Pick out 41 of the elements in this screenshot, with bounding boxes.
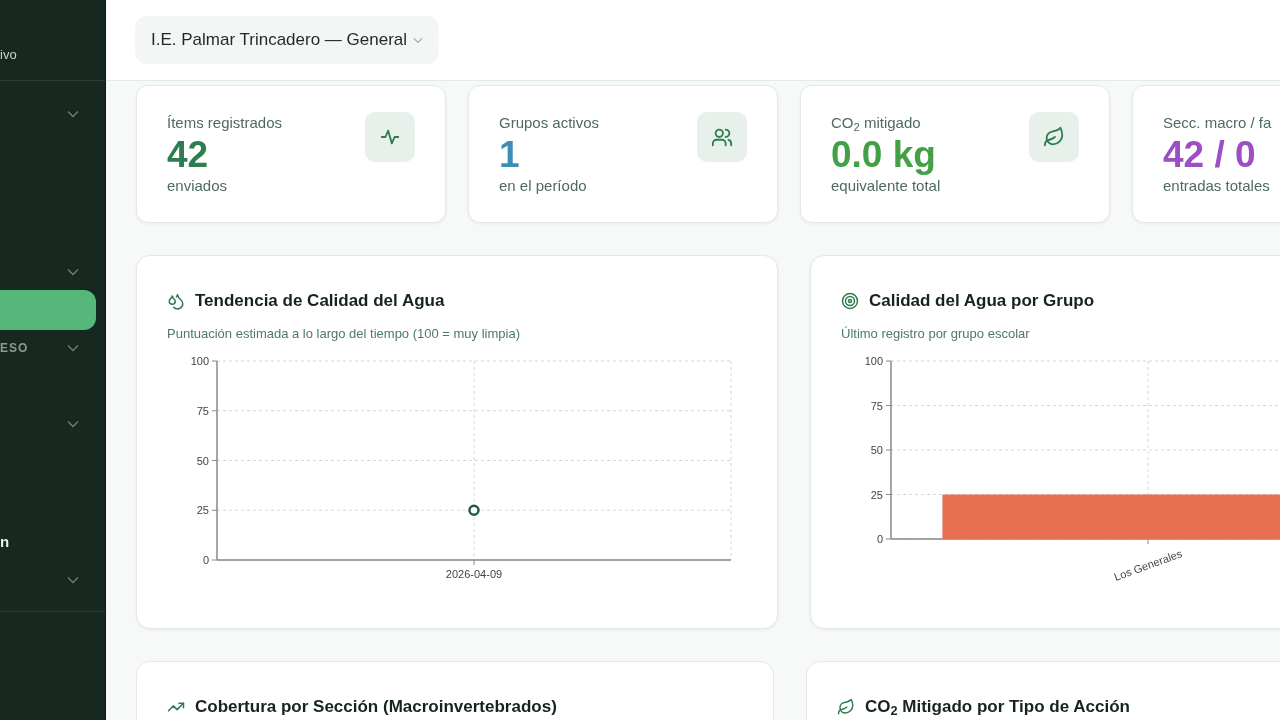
stat-label: Ítems registrados (167, 113, 283, 133)
y-tick-label: 100 (864, 355, 883, 367)
leaf-icon (1043, 126, 1065, 148)
school-selector[interactable]: I.E. Palmar Trincadero — General (135, 16, 440, 64)
stat-value: 42 (167, 134, 210, 176)
brand-text: ivo (0, 45, 17, 64)
stat-value: 0.0 kg (831, 134, 937, 176)
stat-value: 1 (499, 134, 521, 176)
droplets-icon (167, 291, 185, 310)
chart-title: Tendencia de Calidad del Agua (195, 290, 445, 312)
users-icon (711, 126, 733, 148)
y-tick-label: 75 (870, 399, 883, 412)
stat-label: Grupos activos (499, 113, 600, 133)
nav-item[interactable] (0, 290, 96, 330)
y-tick-label: 0 (876, 533, 883, 545)
stat-label: Secc. macro / fa (1163, 113, 1272, 133)
data-point (468, 504, 480, 516)
y-tick-label: 50 (870, 444, 883, 456)
leaf-icon (837, 697, 855, 716)
chart-subtitle: Puntuación estimada a lo largo del tiempo (100 = muy limpia) (167, 324, 521, 343)
nav-item[interactable]: n (0, 530, 10, 554)
stat-label: CO$_{2}$ mitigado (831, 113, 922, 135)
chart-title: CO$_{2}$ Mitigado por Tipo de Acción (865, 696, 1130, 720)
x-tick-label: 2026-04-09 (445, 568, 503, 580)
section-label: ESO (0, 340, 29, 357)
y-tick-label: 0 (202, 554, 209, 566)
y-tick-label: 75 (196, 404, 209, 417)
target-icon (841, 291, 859, 310)
chart-subtitle: Último registro por grupo escolar (841, 324, 1031, 343)
stat-caption: enviados (167, 176, 229, 197)
stat-value: 42 / 0 (1163, 134, 1257, 176)
y-tick-label: 25 (870, 488, 883, 501)
stat-caption: equivalente total (831, 176, 941, 197)
y-tick-label: 50 (196, 454, 209, 467)
stat-caption: entradas totales (1163, 176, 1271, 197)
chart-title: Calidad del Agua por Grupo (869, 290, 1095, 312)
y-tick-label: 25 (196, 504, 209, 517)
y-tick-label: 100 (190, 355, 209, 367)
stat-caption: en el período (499, 176, 588, 197)
chart-title: Cobertura por Sección (Macroinvertebrados) (195, 696, 557, 718)
chevron-icon (413, 36, 424, 44)
